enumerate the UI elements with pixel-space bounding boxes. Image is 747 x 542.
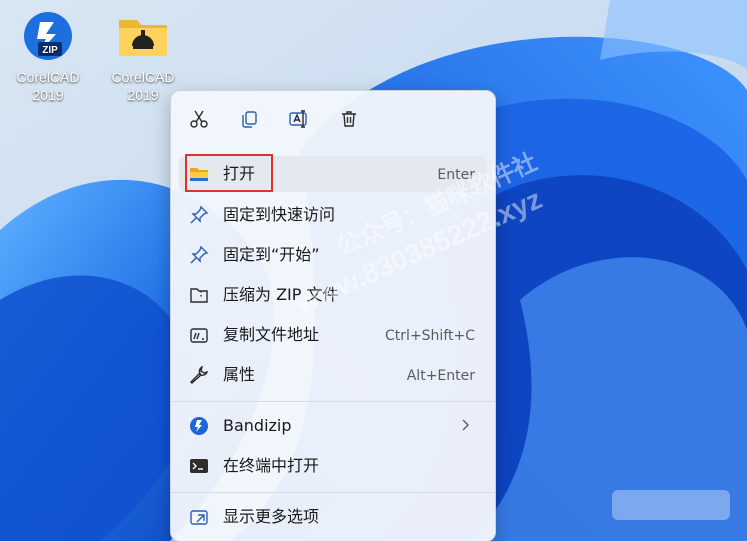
menu-item-label: 打开 bbox=[223, 164, 256, 183]
menu-separator bbox=[171, 492, 495, 493]
desktop-icon-label-line2: 2019 bbox=[127, 87, 159, 103]
desktop-icon-corelcad-zip[interactable]: ZIP CorelCAD 2019 bbox=[12, 12, 84, 104]
chevron-right-icon bbox=[461, 418, 471, 437]
desktop-icon-label-line1: CorelCAD bbox=[16, 69, 80, 85]
terminal-icon bbox=[189, 456, 209, 476]
menu-separator bbox=[171, 401, 495, 402]
zip-file-icon: ZIP bbox=[20, 12, 76, 62]
menu-item-shortcut: Alt+Enter bbox=[406, 368, 475, 384]
menu-item-label: 显示更多选项 bbox=[223, 507, 320, 526]
scissors-icon bbox=[189, 109, 209, 133]
rename-button[interactable] bbox=[283, 105, 315, 137]
menu-item-bandizip[interactable]: Bandizip bbox=[179, 408, 487, 444]
menu-item-pin-start[interactable]: 固定到“开始” bbox=[179, 237, 487, 273]
desktop-icon-label-line2: 2019 bbox=[32, 87, 64, 103]
menu-item-show-more-options[interactable]: 显示更多选项 bbox=[179, 499, 487, 535]
bandizip-icon bbox=[189, 416, 209, 436]
menu-item-shortcut: Enter bbox=[437, 167, 475, 183]
menu-item-open-in-terminal[interactable]: 在终端中打开 bbox=[179, 448, 487, 484]
more-options-icon bbox=[189, 507, 209, 527]
menu-item-open[interactable]: 打开 Enter bbox=[179, 154, 487, 192]
rename-icon bbox=[288, 109, 310, 133]
menu-item-label: 固定到“开始” bbox=[223, 245, 320, 264]
menu-item-copy-path[interactable]: 复制文件地址 Ctrl+Shift+C bbox=[179, 317, 487, 353]
context-menu-toolbar bbox=[171, 91, 495, 147]
menu-item-label: 属性 bbox=[223, 365, 256, 384]
trash-icon bbox=[339, 109, 359, 133]
menu-item-label: 压缩为 ZIP 文件 bbox=[223, 285, 339, 304]
copy-icon bbox=[239, 109, 259, 133]
folder-icon bbox=[115, 12, 171, 62]
menu-item-properties[interactable]: 属性 Alt+Enter bbox=[179, 357, 487, 393]
svg-text:ZIP: ZIP bbox=[42, 45, 58, 56]
context-menu: 打开 Enter 固定到快速访问 固定到“开始” 压缩为 ZIP 文件 复制文件… bbox=[170, 90, 496, 542]
menu-item-shortcut: Ctrl+Shift+C bbox=[385, 328, 475, 344]
desktop-icon-corelcad-folder[interactable]: CorelCAD 2019 bbox=[107, 12, 179, 104]
path-icon bbox=[189, 325, 209, 345]
menu-item-label: 复制文件地址 bbox=[223, 325, 320, 344]
menu-item-label: 在终端中打开 bbox=[223, 456, 320, 475]
cut-button[interactable] bbox=[183, 105, 215, 137]
corner-logo bbox=[612, 490, 730, 520]
zip-archive-icon bbox=[189, 285, 209, 305]
desktop-icon-label-line1: CorelCAD bbox=[111, 69, 175, 85]
pin-icon bbox=[189, 245, 209, 265]
menu-item-pin-quick-access[interactable]: 固定到快速访问 bbox=[179, 197, 487, 233]
delete-button[interactable] bbox=[333, 105, 365, 137]
folder-icon bbox=[189, 164, 209, 184]
menu-item-label: 固定到快速访问 bbox=[223, 205, 336, 224]
menu-item-compress-zip[interactable]: 压缩为 ZIP 文件 bbox=[179, 277, 487, 313]
copy-button[interactable] bbox=[233, 105, 265, 137]
pin-icon bbox=[189, 205, 209, 225]
menu-item-label: Bandizip bbox=[223, 416, 292, 435]
wrench-icon bbox=[189, 365, 209, 385]
